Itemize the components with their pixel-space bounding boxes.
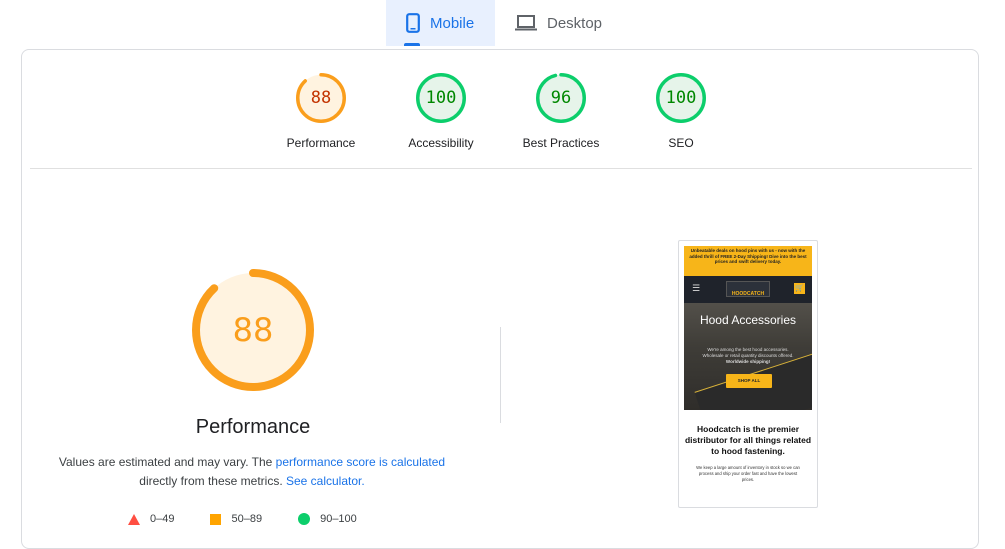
score-gauges: 88 Performance 100 Accessibility 96 Best… <box>22 73 978 153</box>
gauge-score: 88 <box>310 88 332 108</box>
legend-pass: 90–100 <box>298 513 357 525</box>
promo-banner: Unbeatable deals on hood pins with us - … <box>684 246 812 276</box>
gauge-seo[interactable]: 100 SEO <box>631 73 731 150</box>
gauge-best-practices[interactable]: 96 Best Practices <box>511 73 611 150</box>
gauge-score: 96 <box>550 88 572 108</box>
report-card: 88 Performance 100 Accessibility 96 Best… <box>21 49 979 549</box>
about-text: We keep a large amount of inventory in s… <box>696 465 800 482</box>
hero-image: Hood Accessories We're among the best ho… <box>684 303 812 410</box>
cart-icon: 🛒 <box>794 283 805 294</box>
legend-range: 90–100 <box>320 513 357 525</box>
orange-square-icon <box>210 513 222 525</box>
description-text: Values are estimated and may vary. The <box>58 455 276 469</box>
score-legend: 0–49 50–89 90–100 <box>128 513 357 525</box>
about-heading: Hoodcatch is the premier distributor for… <box>684 424 812 456</box>
vertical-separator <box>500 327 501 423</box>
hero-title: Hood Accessories <box>699 313 797 327</box>
tab-mobile[interactable]: Mobile <box>386 0 495 46</box>
divider <box>30 168 972 169</box>
device-tabs: Mobile Desktop <box>386 0 610 46</box>
laptop-icon <box>515 15 537 31</box>
shop-all-button: SHOP ALL <box>726 374 772 388</box>
gauge-label: Best Practices <box>522 136 600 150</box>
gauge-accessibility[interactable]: 100 Accessibility <box>391 73 491 150</box>
performance-description: Values are estimated and may vary. The p… <box>52 453 452 491</box>
red-triangle-icon <box>128 513 140 525</box>
green-circle-icon <box>298 513 311 525</box>
tab-desktop-label: Desktop <box>547 14 603 32</box>
performance-score-link[interactable]: performance score is calculated <box>276 455 445 469</box>
gauge-score: 100 <box>665 88 697 108</box>
hero-subtitle-line: Worldwide shipping! <box>725 359 771 364</box>
tab-desktop[interactable]: Desktop <box>495 0 610 46</box>
gauge-ring: 100 <box>416 73 466 123</box>
gauge-label: SEO <box>668 136 694 150</box>
gauge-ring: 88 <box>296 73 346 123</box>
gauge-label: Performance <box>286 136 356 150</box>
gauge-performance[interactable]: 88 Performance <box>271 73 371 150</box>
hero-subtitle-line: We're among the best hood accessories. <box>707 347 789 352</box>
performance-title: Performance <box>195 416 311 438</box>
legend-range: 0–49 <box>150 513 175 525</box>
site-navbar: ☰ HOODCATCH 🛒 <box>684 276 812 303</box>
see-calculator-link[interactable]: See calculator. <box>286 474 365 488</box>
description-text: directly from these metrics. <box>139 474 286 488</box>
site-logo: HOODCATCH <box>726 281 770 297</box>
hero-subtitle-line: Wholesale or retail quantity discounts o… <box>702 353 794 358</box>
tab-mobile-label: Mobile <box>430 14 475 32</box>
gauge-score: 100 <box>425 88 457 108</box>
final-screenshot[interactable]: Unbeatable deals on hood pins with us - … <box>678 240 818 508</box>
hero-subtitle: We're among the best hood accessories. W… <box>684 347 812 365</box>
hamburger-menu-icon: ☰ <box>692 283 701 293</box>
gauge-ring: 100 <box>656 73 706 123</box>
gauge-label: Accessibility <box>408 136 474 150</box>
smartphone-icon <box>406 13 420 33</box>
legend-range: 50–89 <box>231 513 263 525</box>
performance-main-gauge: 88 <box>192 269 314 391</box>
legend-average: 50–89 <box>210 513 262 525</box>
performance-main-score: 88 <box>232 311 274 349</box>
legend-fail: 0–49 <box>128 513 174 525</box>
gauge-ring: 96 <box>536 73 586 123</box>
